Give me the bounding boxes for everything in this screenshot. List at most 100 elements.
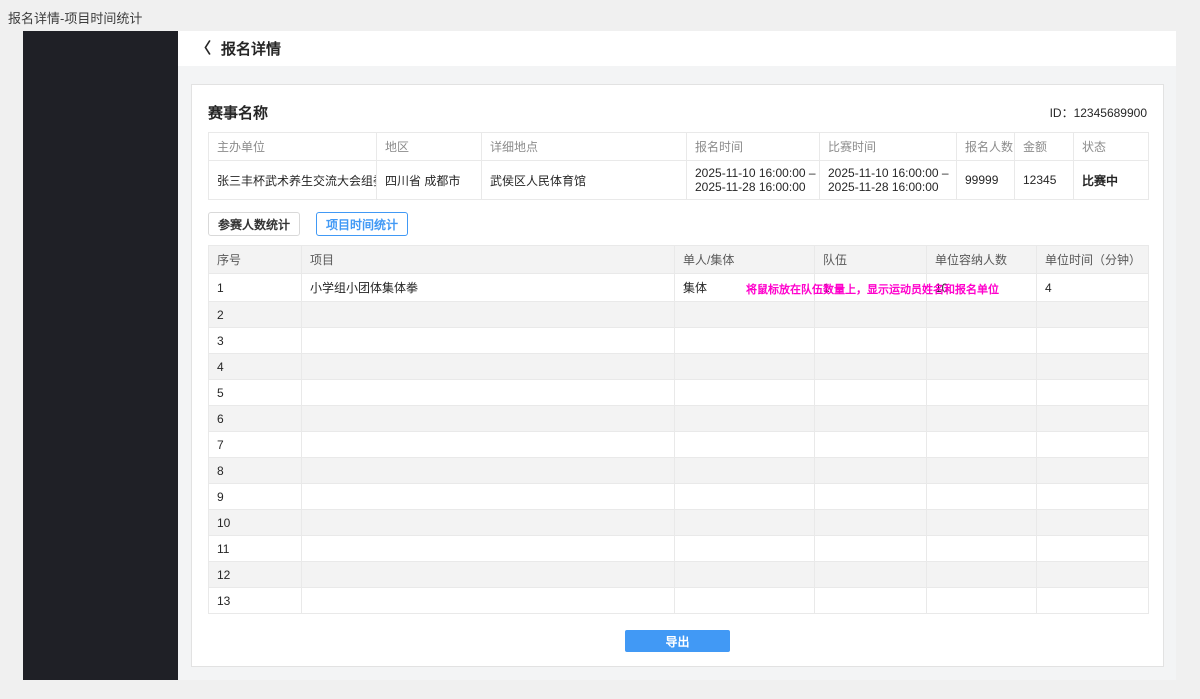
table-cell: 10 <box>927 274 1037 302</box>
table-cell <box>1037 588 1149 614</box>
table-cell: 11 <box>209 536 302 562</box>
table-cell <box>1037 562 1149 588</box>
column-header: 状态 <box>1074 133 1149 161</box>
team-count-cell[interactable]: 1 <box>815 274 927 302</box>
table-cell <box>1037 354 1149 380</box>
table-cell <box>1037 380 1149 406</box>
column-header: 报名时间 <box>687 133 820 161</box>
table-cell: 4 <box>1037 274 1149 302</box>
table-cell <box>302 588 675 614</box>
table-cell: 2 <box>209 302 302 328</box>
event-table: 主办单位 地区 详细地点 报名时间 比赛时间 报名人数 金额 状态 张三丰杯武术… <box>208 132 1149 200</box>
column-header: 详细地点 <box>482 133 687 161</box>
table-cell <box>927 380 1037 406</box>
export-button[interactable]: 导出 <box>625 630 730 652</box>
table-cell <box>675 510 815 536</box>
table-cell <box>675 588 815 614</box>
table-cell <box>927 536 1037 562</box>
table-cell <box>302 380 675 406</box>
table-cell <box>1037 484 1149 510</box>
table-cell: 4 <box>209 354 302 380</box>
main-panel: 〈 报名详情 赛事名称 ID：12345689900 主办单位 地区 详细地点 … <box>178 31 1176 680</box>
tab-participant-count-stats[interactable]: 参赛人数统计 <box>208 212 300 236</box>
table-cell: 9 <box>209 484 302 510</box>
table-cell: 集体 <box>675 274 815 302</box>
table-cell <box>927 510 1037 536</box>
sidebar <box>23 31 178 680</box>
event-header: 赛事名称 ID：12345689900 <box>208 85 1147 123</box>
table-row: 12 <box>209 562 1149 588</box>
table-cell <box>675 484 815 510</box>
table-row: 11 <box>209 536 1149 562</box>
table-cell <box>302 562 675 588</box>
table-cell <box>1037 458 1149 484</box>
table-cell: 5 <box>209 380 302 406</box>
table-cell <box>815 536 927 562</box>
table-cell <box>927 354 1037 380</box>
table-cell: 12 <box>209 562 302 588</box>
region-cell: 四川省 成都市 <box>377 161 482 200</box>
table-cell <box>815 562 927 588</box>
table-cell <box>302 510 675 536</box>
table-row: 10 <box>209 510 1149 536</box>
table-cell <box>1037 432 1149 458</box>
table-cell <box>927 458 1037 484</box>
table-cell <box>927 484 1037 510</box>
event-table-row: 张三丰杯武术养生交流大会组委会 四川省 成都市 武侯区人民体育馆 2025-11… <box>209 161 1149 200</box>
column-header: 主办单位 <box>209 133 377 161</box>
table-cell <box>815 328 927 354</box>
status-badge: 比赛中 <box>1074 161 1149 200</box>
table-cell <box>675 458 815 484</box>
project-table-header-row: 序号项目单人/集体队伍单位容纳人数单位时间（分钟） <box>209 246 1149 274</box>
table-cell <box>1037 328 1149 354</box>
content-card: 赛事名称 ID：12345689900 主办单位 地区 详细地点 报名时间 比赛… <box>191 84 1164 667</box>
signup-time-cell: 2025-11-10 16:00:00 – 2025-11-28 16:00:0… <box>687 161 820 200</box>
table-cell: 13 <box>209 588 302 614</box>
table-cell: 7 <box>209 432 302 458</box>
column-header: 序号 <box>209 246 302 274</box>
table-cell: 6 <box>209 406 302 432</box>
match-time-end: 2025-11-28 16:00:00 <box>828 180 948 194</box>
table-cell <box>675 432 815 458</box>
back-icon[interactable]: 〈 <box>196 41 211 56</box>
table-cell <box>302 354 675 380</box>
table-cell <box>927 432 1037 458</box>
signup-count-cell: 99999 <box>957 161 1015 200</box>
tab-project-time-stats[interactable]: 项目时间统计 <box>316 212 408 236</box>
table-cell <box>927 588 1037 614</box>
table-row: 2 <box>209 302 1149 328</box>
table-cell <box>815 380 927 406</box>
table-cell <box>815 406 927 432</box>
table-row: 9 <box>209 484 1149 510</box>
signup-time-end: 2025-11-28 16:00:00 <box>695 180 811 194</box>
table-cell <box>675 380 815 406</box>
column-header: 金额 <box>1015 133 1074 161</box>
table-row: 8 <box>209 458 1149 484</box>
table-row: 1小学组小团体集体拳集体1104 <box>209 274 1149 302</box>
table-cell <box>302 302 675 328</box>
table-cell <box>675 302 815 328</box>
table-cell <box>675 354 815 380</box>
table-cell <box>927 328 1037 354</box>
project-table-body: 1小学组小团体集体拳集体11042345678910111213 <box>209 274 1149 614</box>
organizer-cell: 张三丰杯武术养生交流大会组委会 <box>209 161 377 200</box>
column-header: 报名人数 <box>957 133 1015 161</box>
table-cell <box>927 406 1037 432</box>
table-cell <box>815 484 927 510</box>
table-row: 13 <box>209 588 1149 614</box>
table-cell <box>302 328 675 354</box>
table-cell <box>302 458 675 484</box>
table-row: 5 <box>209 380 1149 406</box>
tabs: 参赛人数统计 项目时间统计 <box>208 212 1147 236</box>
table-cell <box>1037 406 1149 432</box>
table-cell <box>815 588 927 614</box>
table-cell <box>675 536 815 562</box>
table-cell <box>675 406 815 432</box>
event-id-value: 12345689900 <box>1074 106 1147 120</box>
table-cell <box>675 562 815 588</box>
table-cell <box>815 302 927 328</box>
event-table-header-row: 主办单位 地区 详细地点 报名时间 比赛时间 报名人数 金额 状态 <box>209 133 1149 161</box>
table-cell: 1 <box>209 274 302 302</box>
column-header: 单位容纳人数 <box>927 246 1037 274</box>
window-title: 报名详情-项目时间统计 <box>8 8 142 27</box>
